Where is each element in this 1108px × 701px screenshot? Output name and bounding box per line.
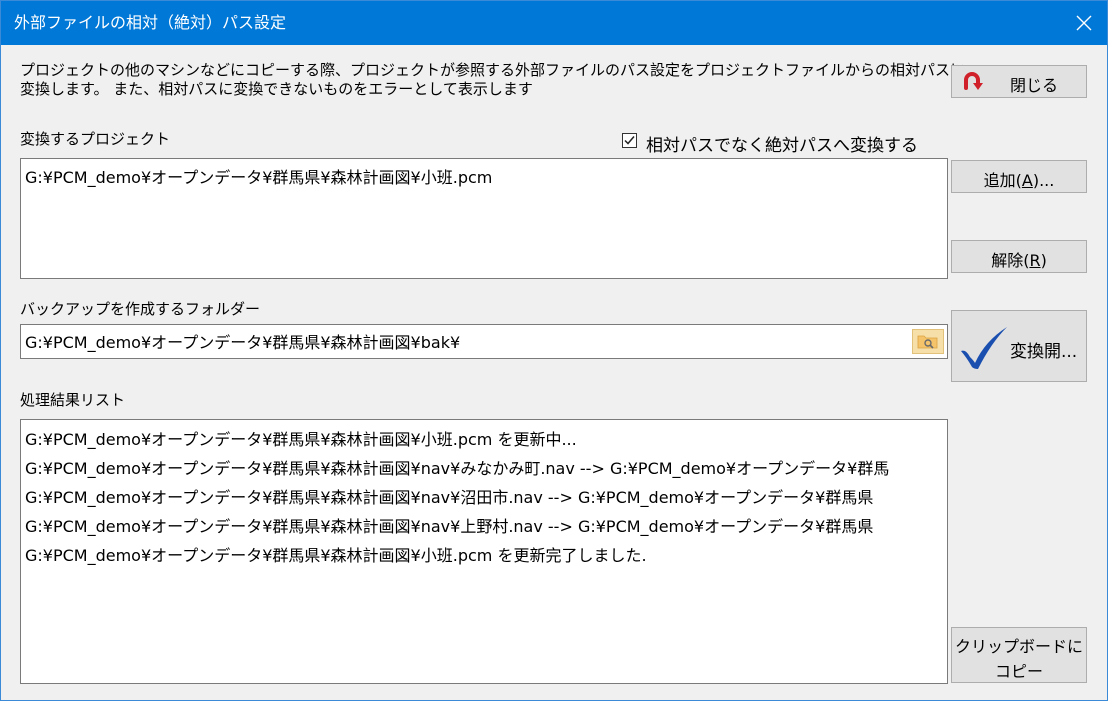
close-x-icon [1076, 15, 1092, 31]
backup-folder-input[interactable]: G:¥PCM_demo¥オープンデータ¥群馬県¥森林計画図¥bak¥ [20, 324, 948, 359]
result-list-label: 処理結果リスト [20, 391, 126, 409]
result-line: G:¥PCM_demo¥オープンデータ¥群馬県¥森林計画図¥nav¥みなかみ町.… [25, 459, 890, 478]
remove-button[interactable]: 解除(R) [951, 240, 1087, 273]
result-list[interactable]: G:¥PCM_demo¥オープンデータ¥群馬県¥森林計画図¥小班.pcm を更新… [20, 419, 948, 684]
convert-start-button[interactable]: 変換開... [951, 310, 1087, 382]
close-dialog-label: 閉じる [1009, 76, 1058, 95]
description-line-2: 変換します。 また、相対パスに変換できないものをエラーとして表示します [20, 80, 533, 98]
add-button-mnemonic: A [1021, 171, 1033, 190]
backup-folder-label: バックアップを作成するフォルダー [20, 300, 261, 318]
copy-button-line-1: クリップボードに [954, 637, 1083, 656]
copy-to-clipboard-button[interactable]: クリップボードに コピー [951, 627, 1087, 683]
add-button-label: 追加( [983, 171, 1022, 190]
backup-folder-value: G:¥PCM_demo¥オープンデータ¥群馬県¥森林計画図¥bak¥ [25, 333, 461, 352]
close-dialog-button[interactable]: 閉じる [951, 65, 1087, 98]
remove-button-mnemonic: R [1029, 251, 1041, 270]
checkmark-icon [961, 327, 1007, 369]
result-line: G:¥PCM_demo¥オープンデータ¥群馬県¥森林計画図¥nav¥上野村.na… [25, 517, 874, 536]
title-bar: 外部ファイルの相対（絶対）パス設定 [1, 1, 1107, 45]
copy-button-line-2: コピー [994, 662, 1043, 681]
folder-search-icon [917, 335, 938, 349]
absolute-path-checkbox-label[interactable]: 相対パスでなく絶対パスへ変換する [646, 131, 918, 156]
result-line: G:¥PCM_demo¥オープンデータ¥群馬県¥森林計画図¥小班.pcm を更新… [25, 430, 577, 449]
description-text: プロジェクトの他のマシンなどにコピーする際、プロジェクトが参照する外部ファイルの… [20, 61, 966, 99]
check-mark-icon [624, 136, 635, 145]
browse-folder-button[interactable] [912, 329, 944, 354]
project-section-label: 変換するプロジェクト [20, 130, 171, 148]
remove-button-suffix: ) [1040, 251, 1047, 270]
window-title: 外部ファイルの相対（絶対）パス設定 [14, 13, 287, 32]
result-line: G:¥PCM_demo¥オープンデータ¥群馬県¥森林計画図¥nav¥沼田市.na… [25, 488, 874, 507]
window-close-button[interactable] [1061, 1, 1107, 45]
add-button[interactable]: 追加(A)... [951, 160, 1087, 193]
description-line-1: プロジェクトの他のマシンなどにコピーする際、プロジェクトが参照する外部ファイルの… [20, 61, 966, 79]
remove-button-label: 解除( [991, 251, 1030, 270]
add-button-suffix: )... [1032, 171, 1055, 190]
project-list[interactable]: G:¥PCM_demo¥オープンデータ¥群馬県¥森林計画図¥小班.pcm [20, 158, 948, 279]
result-line: G:¥PCM_demo¥オープンデータ¥群馬県¥森林計画図¥小班.pcm を更新… [25, 546, 647, 565]
absolute-path-checkbox[interactable] [622, 133, 637, 148]
project-list-item[interactable]: G:¥PCM_demo¥オープンデータ¥群馬県¥森林計画図¥小班.pcm [25, 163, 947, 193]
dialog-window: 外部ファイルの相対（絶対）パス設定 プロジェクトの他のマシンなどにコピーする際、… [0, 0, 1108, 701]
convert-start-label: 変換開... [1010, 342, 1078, 362]
